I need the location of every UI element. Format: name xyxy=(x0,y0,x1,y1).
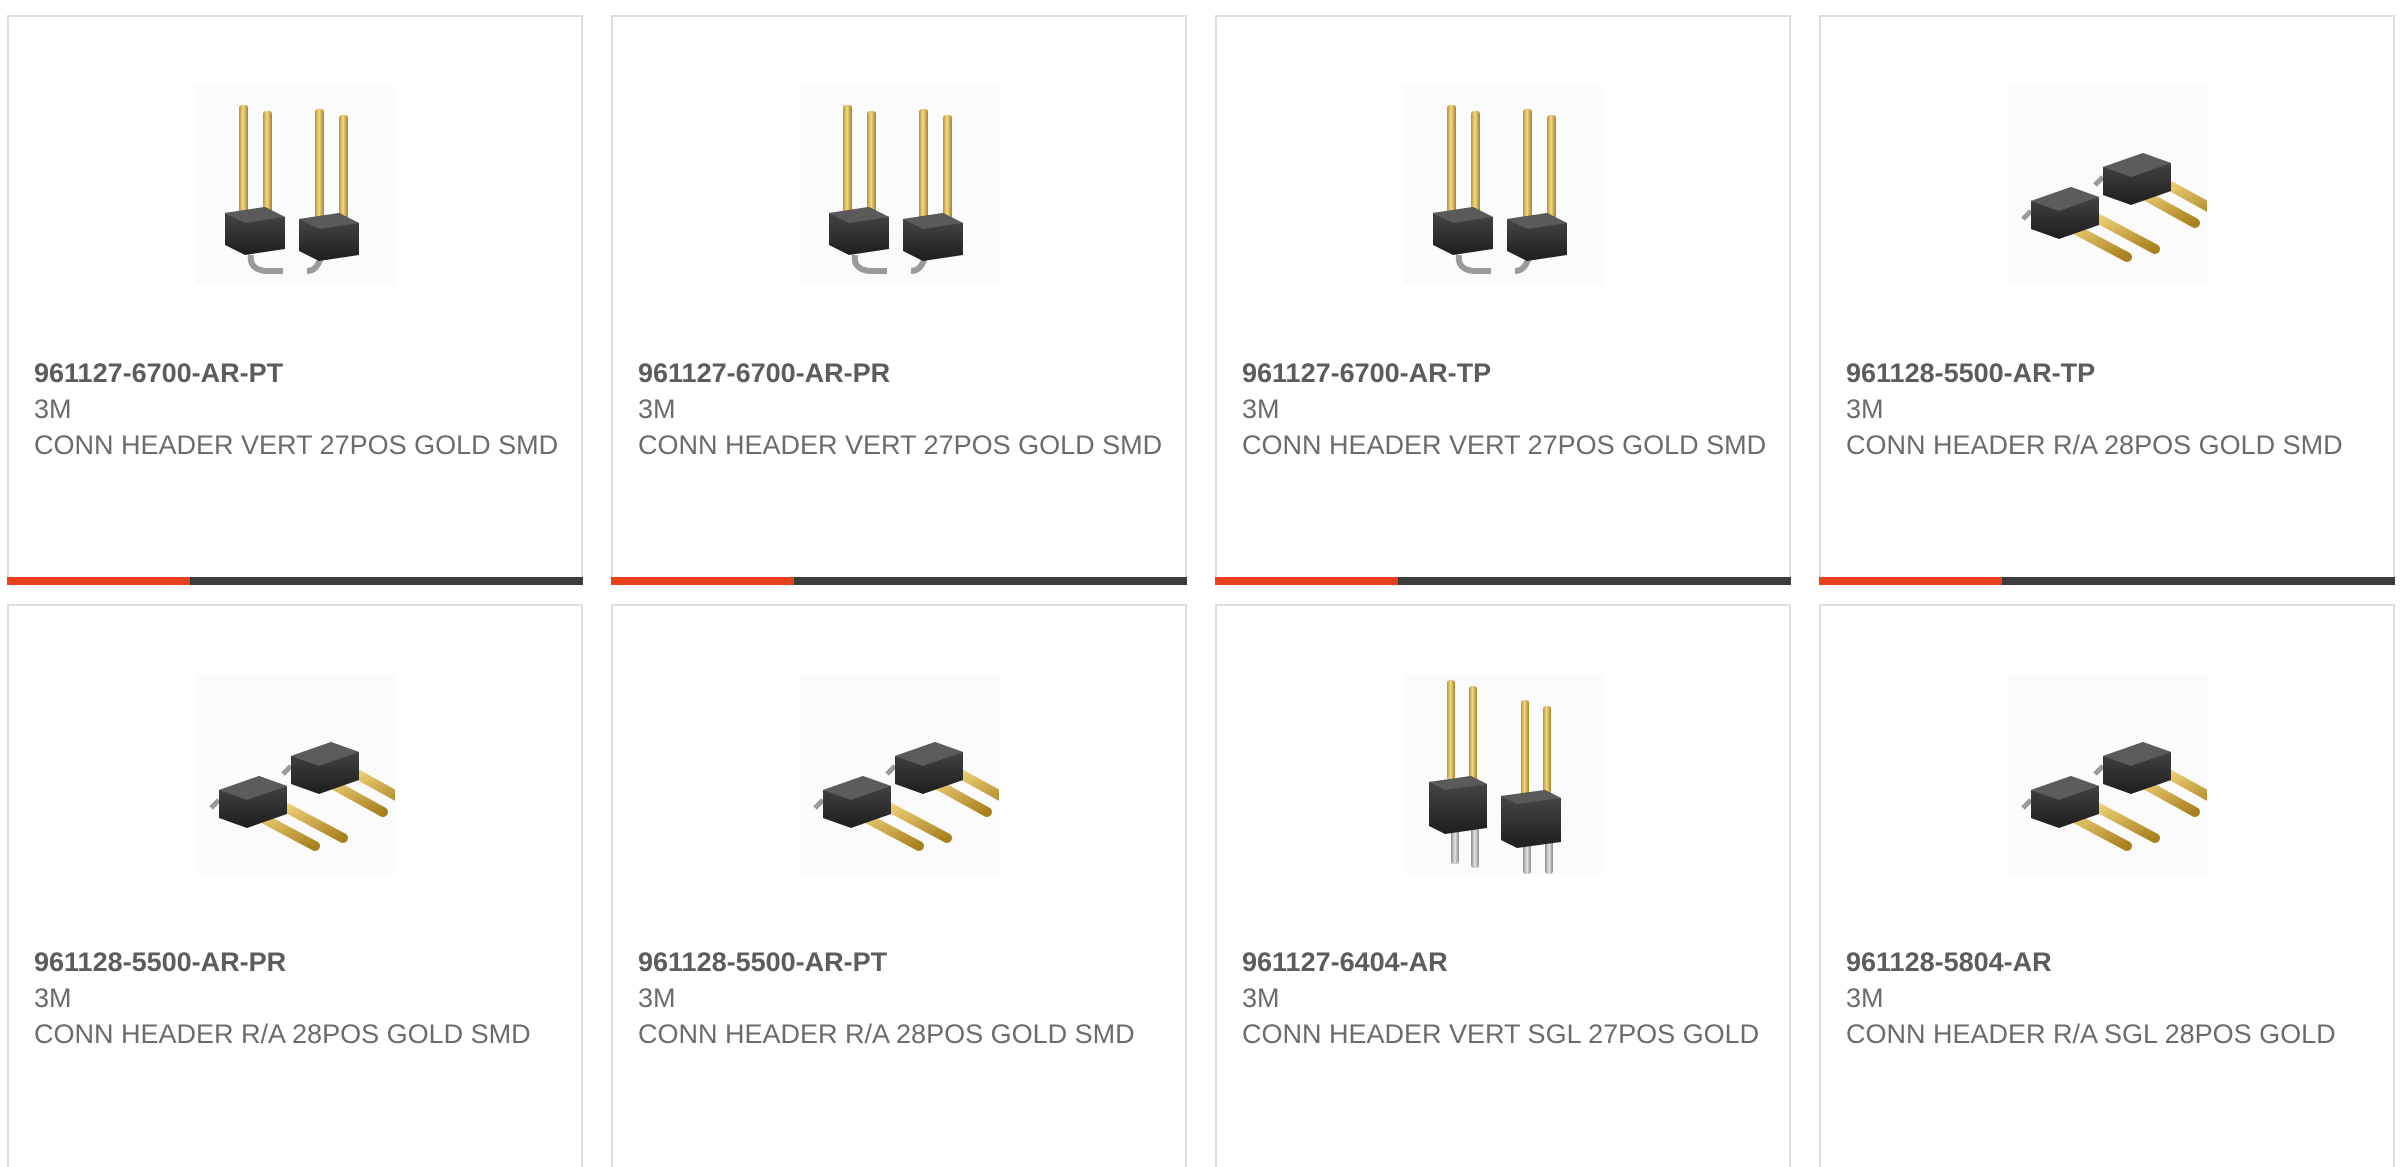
right-angle-header-icon[interactable] xyxy=(195,674,395,874)
product-card[interactable]: 961127-6700-AR-TP 3M CONN HEADER VERT 27… xyxy=(1215,15,1791,585)
card-accent xyxy=(1215,577,1398,585)
vertical-smd-header-icon[interactable] xyxy=(1403,85,1603,285)
product-card[interactable]: 961128-5500-AR-PT 3M CONN HEADER R/A 28P… xyxy=(611,604,1187,1167)
product-info: 961128-5500-AR-PR 3M CONN HEADER R/A 28P… xyxy=(34,944,561,1052)
product-info: 961127-6700-AR-TP 3M CONN HEADER VERT 27… xyxy=(1242,355,1769,463)
manufacturer: 3M xyxy=(34,983,72,1013)
description: CONN HEADER VERT 27POS GOLD SMD xyxy=(638,430,1163,460)
description: CONN HEADER R/A 28POS GOLD SMD xyxy=(34,1019,531,1049)
manufacturer: 3M xyxy=(34,394,72,424)
card-bottom-bar xyxy=(1819,577,2395,585)
right-angle-header-icon[interactable] xyxy=(2007,674,2207,874)
card-accent xyxy=(7,577,190,585)
product-info: 961127-6404-AR 3M CONN HEADER VERT SGL 2… xyxy=(1242,944,1769,1052)
product-info: 961127-6700-AR-PT 3M CONN HEADER VERT 27… xyxy=(34,355,561,463)
part-number[interactable]: 961127-6700-AR-PT xyxy=(34,355,561,391)
card-accent xyxy=(1819,577,2002,585)
right-angle-header-icon[interactable] xyxy=(2007,85,2207,285)
description: CONN HEADER R/A 28POS GOLD SMD xyxy=(1846,430,2343,460)
product-card[interactable]: 961127-6700-AR-PT 3M CONN HEADER VERT 27… xyxy=(7,15,583,585)
part-number[interactable]: 961128-5804-AR xyxy=(1846,944,2373,980)
manufacturer: 3M xyxy=(1242,394,1280,424)
product-grid: 961127-6700-AR-PT 3M CONN HEADER VERT 27… xyxy=(0,0,2400,1167)
part-number[interactable]: 961128-5500-AR-PT xyxy=(638,944,1165,980)
product-info: 961128-5804-AR 3M CONN HEADER R/A SGL 28… xyxy=(1846,944,2373,1052)
description: CONN HEADER R/A SGL 28POS GOLD xyxy=(1846,1019,2336,1049)
right-angle-header-icon[interactable] xyxy=(799,674,999,874)
part-number[interactable]: 961127-6700-AR-TP xyxy=(1242,355,1769,391)
manufacturer: 3M xyxy=(638,394,676,424)
vertical-smd-header-icon[interactable] xyxy=(799,85,999,285)
card-bottom-bar xyxy=(7,577,583,585)
manufacturer: 3M xyxy=(638,983,676,1013)
description: CONN HEADER VERT SGL 27POS GOLD xyxy=(1242,1019,1760,1049)
manufacturer: 3M xyxy=(1242,983,1280,1013)
vertical-through-hole-header-icon[interactable] xyxy=(1403,674,1603,874)
product-card[interactable]: 961128-5500-AR-TP 3M CONN HEADER R/A 28P… xyxy=(1819,15,2395,585)
part-number[interactable]: 961128-5500-AR-PR xyxy=(34,944,561,980)
product-info: 961128-5500-AR-TP 3M CONN HEADER R/A 28P… xyxy=(1846,355,2373,463)
card-bottom-bar xyxy=(1215,577,1791,585)
card-accent xyxy=(611,577,794,585)
card-bottom-bar xyxy=(611,577,1187,585)
product-card[interactable]: 961128-5804-AR 3M CONN HEADER R/A SGL 28… xyxy=(1819,604,2395,1167)
part-number[interactable]: 961128-5500-AR-TP xyxy=(1846,355,2373,391)
description: CONN HEADER R/A 28POS GOLD SMD xyxy=(638,1019,1135,1049)
product-card[interactable]: 961127-6700-AR-PR 3M CONN HEADER VERT 27… xyxy=(611,15,1187,585)
part-number[interactable]: 961127-6700-AR-PR xyxy=(638,355,1165,391)
vertical-smd-header-icon[interactable] xyxy=(195,85,395,285)
product-info: 961128-5500-AR-PT 3M CONN HEADER R/A 28P… xyxy=(638,944,1165,1052)
description: CONN HEADER VERT 27POS GOLD SMD xyxy=(34,430,559,460)
part-number[interactable]: 961127-6404-AR xyxy=(1242,944,1769,980)
product-card[interactable]: 961127-6404-AR 3M CONN HEADER VERT SGL 2… xyxy=(1215,604,1791,1167)
description: CONN HEADER VERT 27POS GOLD SMD xyxy=(1242,430,1767,460)
manufacturer: 3M xyxy=(1846,983,1884,1013)
product-card[interactable]: 961128-5500-AR-PR 3M CONN HEADER R/A 28P… xyxy=(7,604,583,1167)
product-info: 961127-6700-AR-PR 3M CONN HEADER VERT 27… xyxy=(638,355,1165,463)
manufacturer: 3M xyxy=(1846,394,1884,424)
